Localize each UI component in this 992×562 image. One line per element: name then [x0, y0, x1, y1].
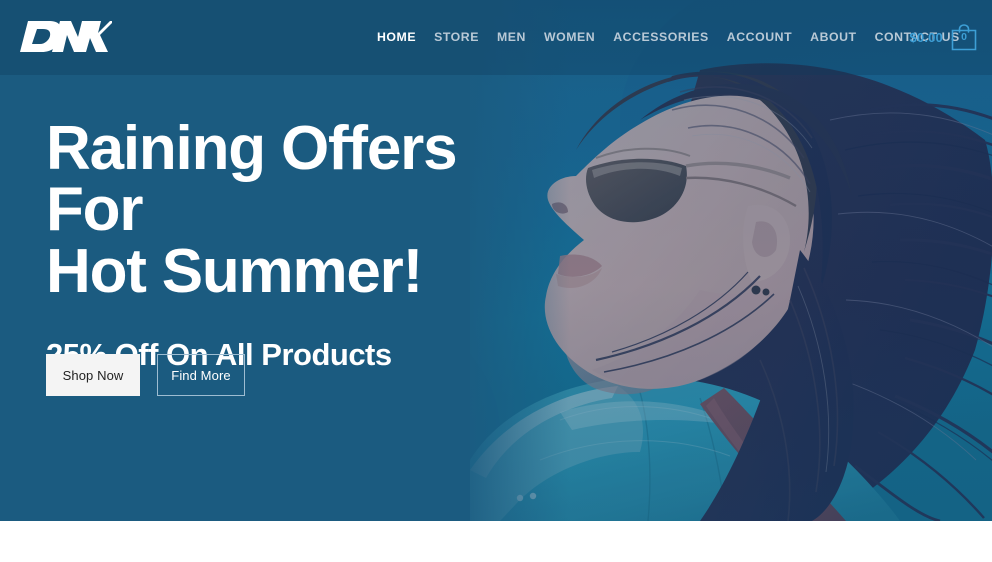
main-navigation: HOME STORE MEN WOMEN ACCESSORIES ACCOUNT…: [368, 0, 969, 75]
cart-item-count: 0: [961, 31, 967, 43]
nav-item-about[interactable]: ABOUT: [801, 25, 865, 49]
logo-text: DNK: [16, 58, 17, 59]
nav-item-account[interactable]: ACCOUNT: [718, 25, 801, 49]
site-header: DNK HOME STORE MEN WOMEN ACCESSORIES ACC…: [0, 0, 992, 75]
hero-copy: Raining Offers For Hot Summer! 25% Off O…: [46, 114, 566, 372]
nav-item-accessories[interactable]: ACCESSORIES: [604, 25, 718, 49]
logo-link[interactable]: DNK: [16, 14, 112, 58]
nav-item-store[interactable]: STORE: [425, 25, 488, 49]
hero-title: Raining Offers For Hot Summer!: [46, 114, 458, 306]
hero-cta-group: Shop Now Find More: [46, 354, 245, 396]
header-inner: DNK HOME STORE MEN WOMEN ACCESSORIES ACC…: [0, 0, 992, 75]
page-root: DNK HOME STORE MEN WOMEN ACCESSORIES ACC…: [0, 0, 992, 562]
cart-total-amount: $0.00: [909, 29, 943, 45]
find-more-button[interactable]: Find More: [157, 354, 245, 396]
shopping-bag-icon[interactable]: 0: [950, 23, 978, 52]
hero-section: DNK HOME STORE MEN WOMEN ACCESSORIES ACC…: [0, 0, 992, 521]
dnk-wordmark-icon: [20, 21, 112, 52]
nav-item-women[interactable]: WOMEN: [535, 25, 604, 49]
shop-now-button[interactable]: Shop Now: [46, 354, 140, 396]
nav-item-men[interactable]: MEN: [488, 25, 535, 49]
nav-item-home[interactable]: HOME: [368, 25, 425, 49]
cart-widget[interactable]: $0.00 0: [909, 0, 978, 75]
below-fold-area: [0, 521, 992, 562]
